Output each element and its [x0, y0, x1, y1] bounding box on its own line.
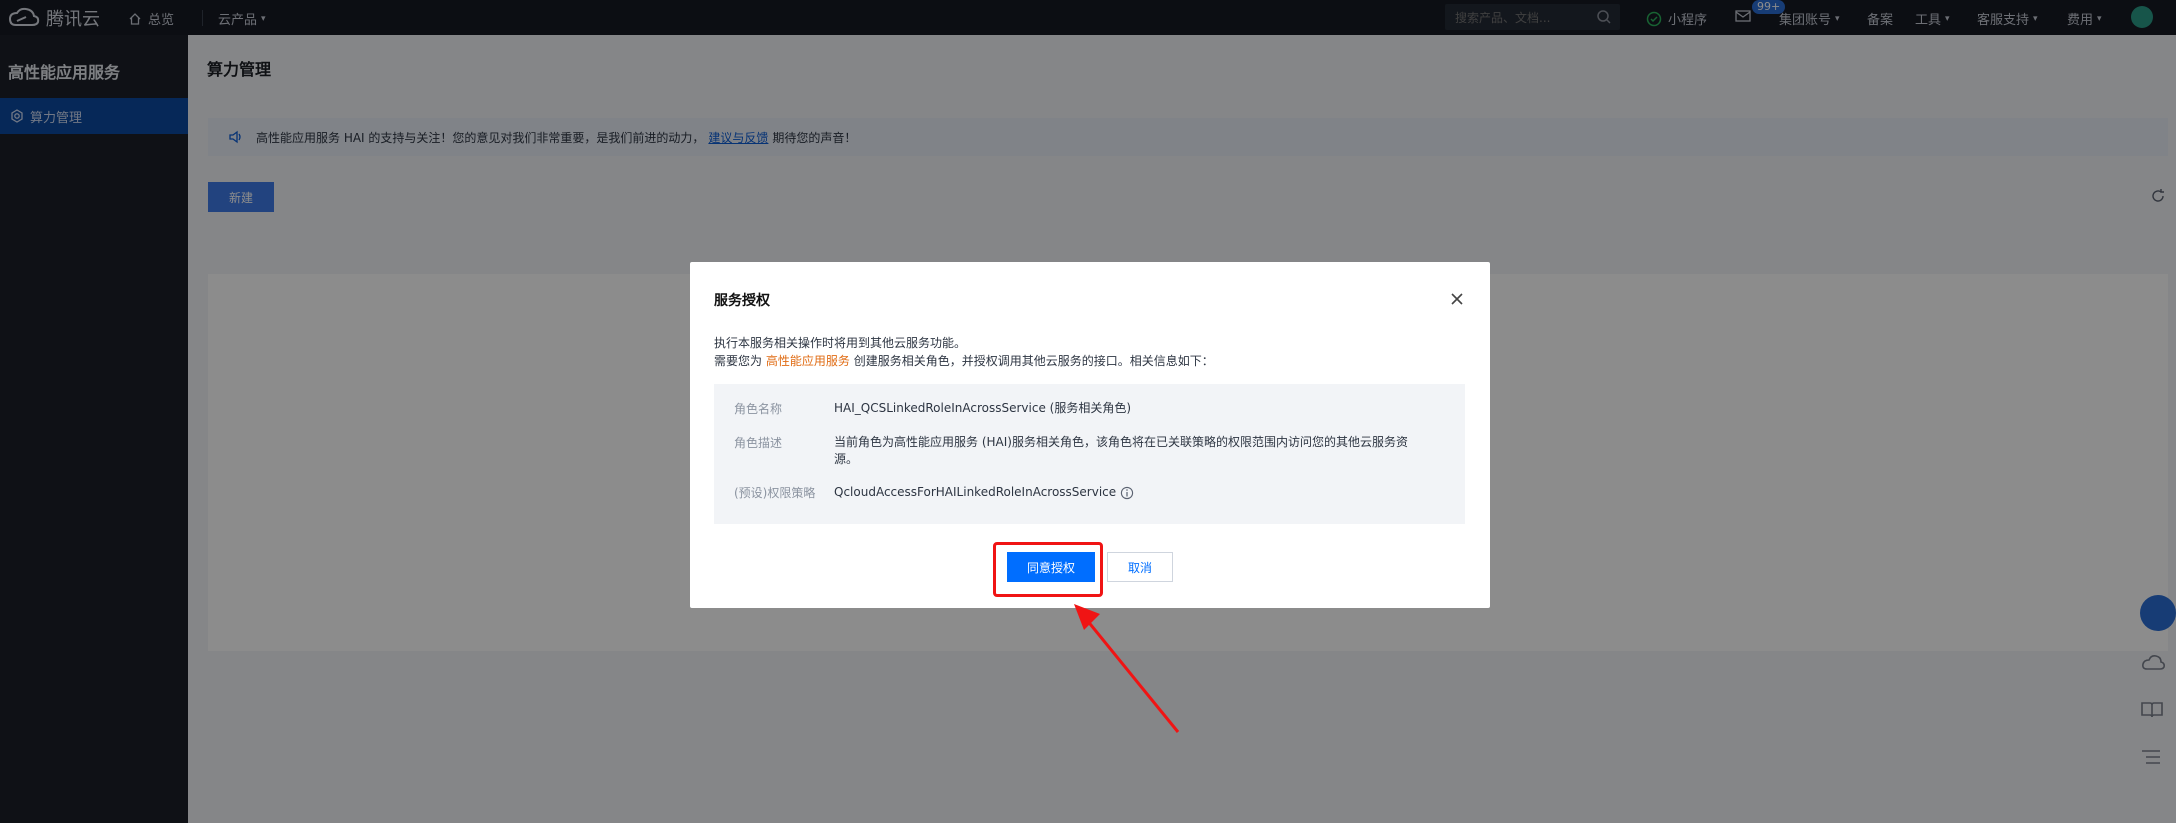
info-value: 当前角色为高性能应用服务 (HAI)服务相关角色，该角色将在已关联策略的权限范围…	[834, 435, 1408, 466]
service-name-highlight: 高性能应用服务	[765, 354, 850, 368]
annotation-highlight-box	[993, 542, 1103, 597]
info-value-wrapper: QcloudAccessForHAILinkedRoleInAcrossServ…	[834, 484, 1134, 501]
info-label: 角色描述	[734, 436, 783, 450]
desc-suffix: 创建服务相关角色，并授权调用其他云服务的接口。相关信息如下：	[853, 354, 1214, 368]
cancel-button[interactable]: 取消	[1107, 552, 1173, 582]
info-value: QcloudAccessForHAILinkedRoleInAcrossServ…	[834, 485, 1117, 499]
role-info-box: 角色名称 HAI_QCSLinkedRoleInAcrossService (服…	[714, 384, 1465, 524]
info-label: (预设)权限策略	[734, 486, 816, 500]
info-value: HAI_QCSLinkedRoleInAcrossService (服务相关角色…	[834, 401, 1132, 415]
annotation-arrow-icon	[1074, 604, 1180, 733]
dialog-title: 服务授权	[714, 293, 770, 309]
info-icon[interactable]	[1120, 486, 1134, 500]
close-icon[interactable]	[1450, 292, 1464, 306]
desc-prefix: 需要您为	[714, 354, 763, 368]
dialog-description-line2: 需要您为 高性能应用服务 创建服务相关角色，并授权调用其他云服务的接口。相关信息…	[714, 352, 1214, 369]
info-label: 角色名称	[734, 402, 783, 416]
dialog-description-line1: 执行本服务相关操作时将用到其他云服务功能。	[714, 336, 967, 350]
